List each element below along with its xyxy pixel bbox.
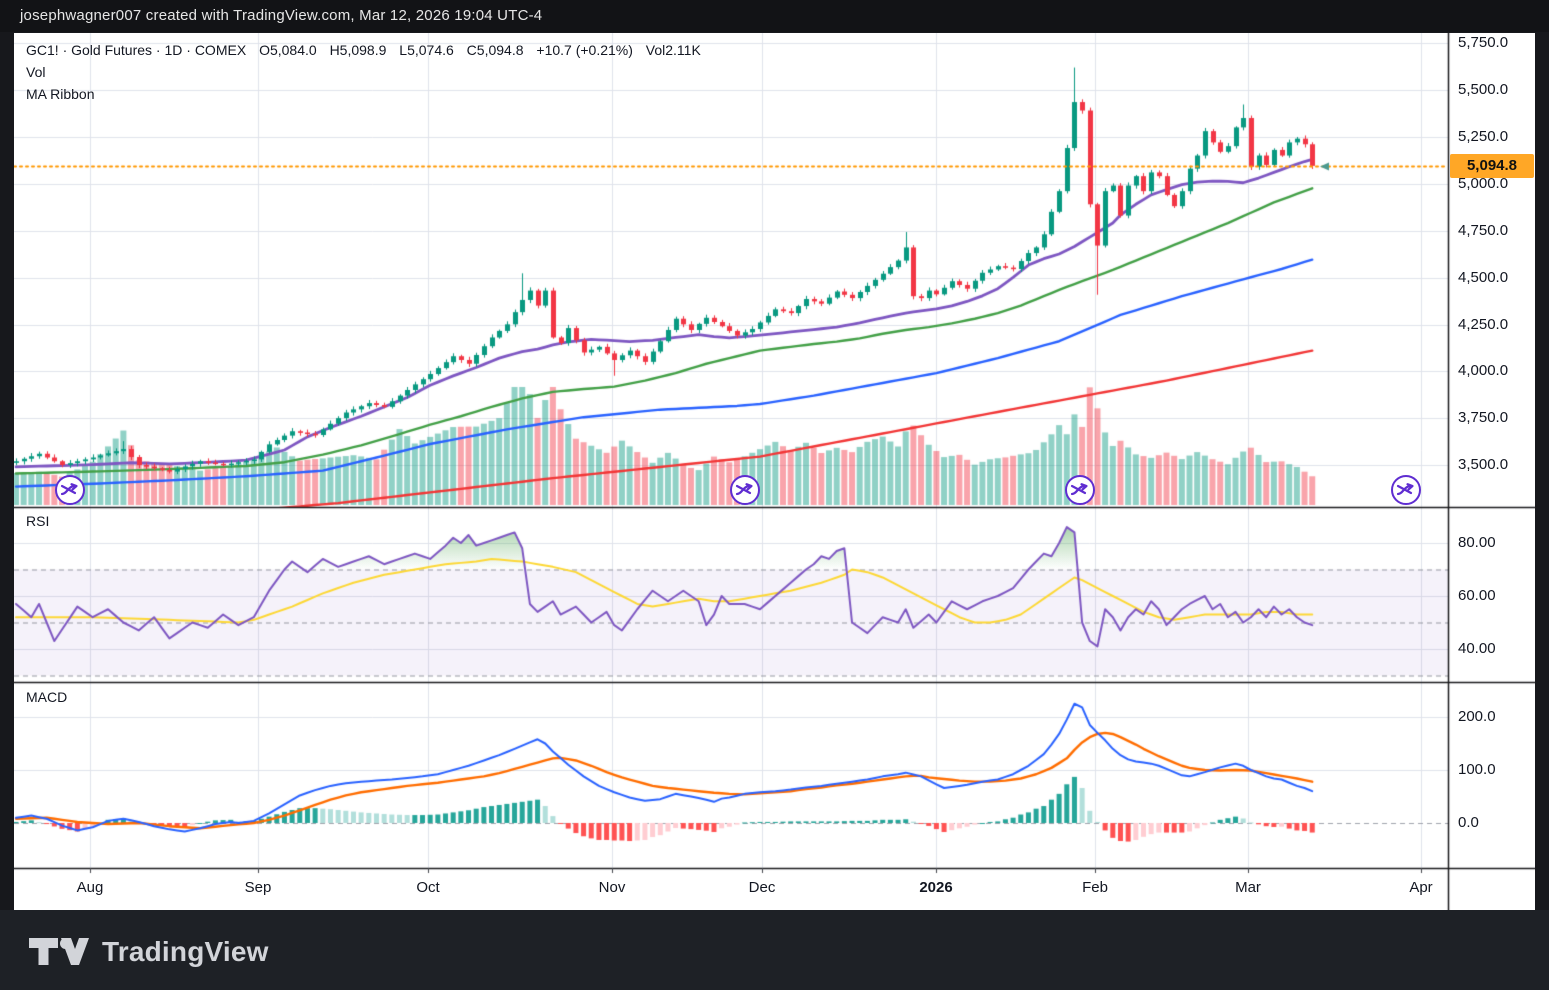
time-axis-label: Mar	[1235, 879, 1261, 896]
macd-axis-label: 200.0	[1458, 708, 1496, 725]
price-axis-label: 3,750.0	[1458, 409, 1509, 426]
chart-canvas[interactable]	[14, 33, 1535, 910]
price-axis-label: 5,250.0	[1458, 128, 1509, 145]
attribution-text: josephwagner007 created with TradingView…	[20, 7, 543, 24]
symbol-legend: GC1! · Gold Futures · 1D · COMEX O5,084.…	[26, 39, 710, 105]
ohlc-open: O5,084.0	[259, 42, 317, 58]
price-axis-label: 4,250.0	[1458, 316, 1509, 333]
rsi-pane-label[interactable]: RSI	[26, 513, 49, 529]
time-axis-label: Feb	[1082, 879, 1108, 896]
time-axis-label: Oct	[416, 879, 440, 896]
price-axis-label: 4,500.0	[1458, 269, 1509, 286]
time-axis-label: Apr	[1409, 879, 1433, 896]
rsi-axis-label: 60.00	[1458, 587, 1496, 604]
price-axis-label: 5,500.0	[1458, 81, 1509, 98]
ohlc-close: C5,094.8	[466, 42, 524, 58]
footer-bar: TradingView	[0, 910, 1549, 990]
session-break-icon[interactable]	[1065, 475, 1095, 505]
rsi-axis-label: 80.00	[1458, 534, 1496, 551]
ma-ribbon-indicator-label[interactable]: MA Ribbon	[26, 83, 710, 105]
time-axis-label: 2026	[919, 879, 953, 896]
session-break-icon[interactable]	[730, 475, 760, 505]
symbol-info-row[interactable]: GC1! · Gold Futures · 1D · COMEX O5,084.…	[26, 39, 710, 61]
time-axis-label: Sep	[244, 879, 272, 896]
attribution-bar: josephwagner007 created with TradingView…	[0, 0, 1549, 32]
macd-pane-label[interactable]: MACD	[26, 689, 67, 705]
last-price-badge: 5,094.8	[1450, 154, 1534, 178]
time-axis-label: Nov	[598, 879, 626, 896]
price-axis-label: 3,500.0	[1458, 456, 1509, 473]
volume-value: Vol2.11K	[645, 42, 701, 58]
tradingview-logo[interactable]: TradingView	[28, 933, 269, 971]
price-axis-label: 5,750.0	[1458, 34, 1509, 51]
price-change: +10.7 (+0.21%)	[536, 42, 633, 58]
rsi-axis-label: 40.00	[1458, 640, 1496, 657]
ohlc-low: L5,074.6	[399, 42, 454, 58]
tradingview-logo-icon	[29, 938, 89, 965]
ohlc-high: H5,098.9	[329, 42, 387, 58]
time-axis-label: Aug	[76, 879, 104, 896]
chart-container[interactable]: GC1! · Gold Futures · 1D · COMEX O5,084.…	[14, 33, 1535, 910]
macd-axis-label: 100.0	[1458, 761, 1496, 778]
macd-axis-label: 0.0	[1458, 814, 1479, 831]
symbol-title[interactable]: GC1! · Gold Futures · 1D · COMEX	[26, 42, 246, 58]
price-axis-label: 4,750.0	[1458, 222, 1509, 239]
price-axis-label: 4,000.0	[1458, 362, 1509, 379]
time-axis-label: Dec	[748, 879, 776, 896]
vol-indicator-label[interactable]: Vol	[26, 61, 710, 83]
session-break-icon[interactable]	[55, 475, 85, 505]
tradingview-logo-text: TradingView	[102, 936, 269, 967]
session-break-icon[interactable]	[1391, 475, 1421, 505]
